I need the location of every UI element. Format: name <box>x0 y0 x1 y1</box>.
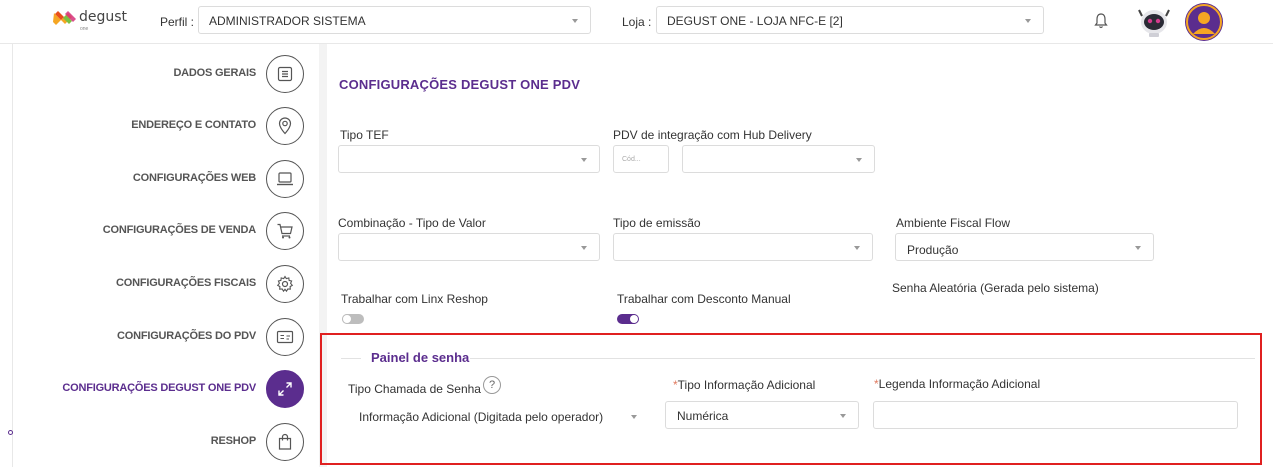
loja-label: Loja : <box>622 15 652 29</box>
robot-assistant-icon[interactable] <box>1137 4 1171 38</box>
main-content: CONFIGURAÇÕES DEGUST ONE PDV Tipo TEF PD… <box>320 44 1273 467</box>
panel-divider <box>470 358 1255 359</box>
sidebar-item-configuracoes-pdv[interactable]: CONFIGURAÇÕES DO PDV <box>14 315 319 359</box>
tipo-tef-label: Tipo TEF <box>340 128 389 142</box>
logo-text: degust <box>79 9 128 25</box>
degust-logo[interactable]: degust one <box>52 9 128 32</box>
perfil-select-value: ADMINISTRADOR SISTEMA <box>209 14 366 28</box>
combinacao-label: Combinação - Tipo de Valor <box>338 216 486 230</box>
list-icon <box>266 55 304 93</box>
chevron-down-icon <box>1135 246 1141 250</box>
combinacao-select[interactable] <box>338 233 600 261</box>
chevron-down-icon <box>631 415 637 419</box>
sidebar-item-label: CONFIGURAÇÕES FISCAIS <box>115 277 256 289</box>
degust-logo-mark-icon <box>53 11 76 25</box>
chevron-down-icon <box>1025 19 1031 23</box>
user-avatar[interactable] <box>1185 3 1223 41</box>
ambiente-fiscal-value: Produção <box>907 243 959 257</box>
chevron-down-icon <box>856 158 862 162</box>
tipo-tef-select[interactable] <box>338 145 600 173</box>
loja-select[interactable]: DEGUST ONE - LOJA NFC-E [2] <box>656 6 1044 34</box>
shopping-bag-icon <box>266 423 304 461</box>
ambiente-fiscal-select[interactable]: Produção <box>895 233 1154 261</box>
rail-indicator-dot <box>8 430 13 435</box>
sidebar-item-reshop[interactable]: RESHOP <box>14 420 319 464</box>
sidebar-item-endereco-contato[interactable]: ENDEREÇO E CONTATO <box>14 104 319 148</box>
chevron-down-icon <box>572 19 578 23</box>
expand-arrows-icon <box>266 370 304 408</box>
chevron-down-icon <box>581 158 587 162</box>
sidebar-item-label: RESHOP <box>210 435 256 447</box>
linx-reshop-toggle[interactable] <box>342 314 364 324</box>
toggle-knob <box>630 315 638 323</box>
tipo-chamada-value: Informação Adicional (Digitada pelo oper… <box>359 410 604 424</box>
loja-select-value: DEGUST ONE - LOJA NFC-E [2] <box>667 14 843 28</box>
pdv-hub-code-input[interactable]: Cód... <box>613 145 669 173</box>
tipo-chamada-label: Tipo Chamada de Senha <box>348 382 481 396</box>
sidebar-item-configuracoes-web[interactable]: CONFIGURAÇÕES WEB <box>14 157 319 201</box>
tipo-emissao-label: Tipo de emissão <box>613 216 701 230</box>
sidebar: DADOS GERAIS ENDEREÇO E CONTATO CONFIGUR… <box>14 44 319 467</box>
sidebar-item-configuracoes-degust-one-pdv[interactable]: CONFIGURAÇÕES DEGUST ONE PDV <box>14 367 319 411</box>
sidebar-item-label: ENDEREÇO E CONTATO <box>131 119 256 131</box>
gear-icon <box>266 265 304 303</box>
page-title: CONFIGURAÇÕES DEGUST ONE PDV <box>339 77 581 92</box>
tipo-emissao-select[interactable] <box>613 233 873 261</box>
panel-divider <box>341 358 361 359</box>
pdv-hub-code-placeholder: Cód... <box>622 156 641 163</box>
perfil-label: Perfil : <box>160 15 195 29</box>
laptop-icon <box>266 160 304 198</box>
toggle-knob <box>342 314 352 324</box>
tipo-info-label-text: Tipo Informação Adicional <box>677 378 816 392</box>
sidebar-item-label: CONFIGURAÇÕES DO PDV <box>116 330 256 342</box>
pdv-hub-select[interactable] <box>682 145 875 173</box>
top-bar: degust one Perfil : ADMINISTRADOR SISTEM… <box>0 0 1273 44</box>
legenda-info-input[interactable] <box>873 401 1238 429</box>
logo-subtext: one <box>80 26 89 32</box>
id-card-icon <box>266 318 304 356</box>
tipo-info-value: Numérica <box>677 409 729 423</box>
sidebar-item-label: CONFIGURAÇÕES DEGUST ONE PDV <box>62 382 256 394</box>
sidebar-item-configuracoes-venda[interactable]: CONFIGURAÇÕES DE VENDA <box>14 209 319 253</box>
cart-icon <box>266 212 304 250</box>
tipo-chamada-select[interactable]: Informação Adicional (Digitada pelo oper… <box>347 402 650 430</box>
perfil-select[interactable]: ADMINISTRADOR SISTEMA <box>198 6 591 34</box>
linx-reshop-label: Trabalhar com Linx Reshop <box>341 292 488 306</box>
desconto-manual-toggle[interactable] <box>617 314 639 324</box>
legenda-info-label: *Legenda Informação Adicional <box>874 377 1040 391</box>
legenda-info-label-text: Legenda Informação Adicional <box>878 377 1041 391</box>
sidebar-item-label: CONFIGURAÇÕES DE VENDA <box>102 224 256 236</box>
location-pin-icon <box>266 107 304 145</box>
left-rail <box>0 44 13 467</box>
bell-icon[interactable] <box>1094 12 1108 30</box>
tipo-info-select[interactable]: Numérica <box>665 401 859 429</box>
help-icon[interactable]: ? <box>483 376 501 394</box>
ambiente-fiscal-label: Ambiente Fiscal Flow <box>896 216 1011 230</box>
desconto-manual-label: Trabalhar com Desconto Manual <box>617 292 791 306</box>
senha-aleatoria-label: Senha Aleatória (Gerada pelo sistema) <box>892 281 1099 295</box>
painel-senha-title: Painel de senha <box>371 350 470 365</box>
chevron-down-icon <box>581 246 587 250</box>
sidebar-item-label: CONFIGURAÇÕES WEB <box>132 172 256 184</box>
sidebar-item-configuracoes-fiscais[interactable]: CONFIGURAÇÕES FISCAIS <box>14 262 319 306</box>
tipo-info-label: *Tipo Informação Adicional <box>673 378 815 392</box>
user-icon <box>1186 4 1222 40</box>
sidebar-item-dados-gerais[interactable]: DADOS GERAIS <box>14 52 319 96</box>
chevron-down-icon <box>840 414 846 418</box>
chevron-down-icon <box>854 246 860 250</box>
sidebar-item-label: DADOS GERAIS <box>173 67 256 79</box>
pdv-hub-label: PDV de integração com Hub Delivery <box>613 128 812 142</box>
